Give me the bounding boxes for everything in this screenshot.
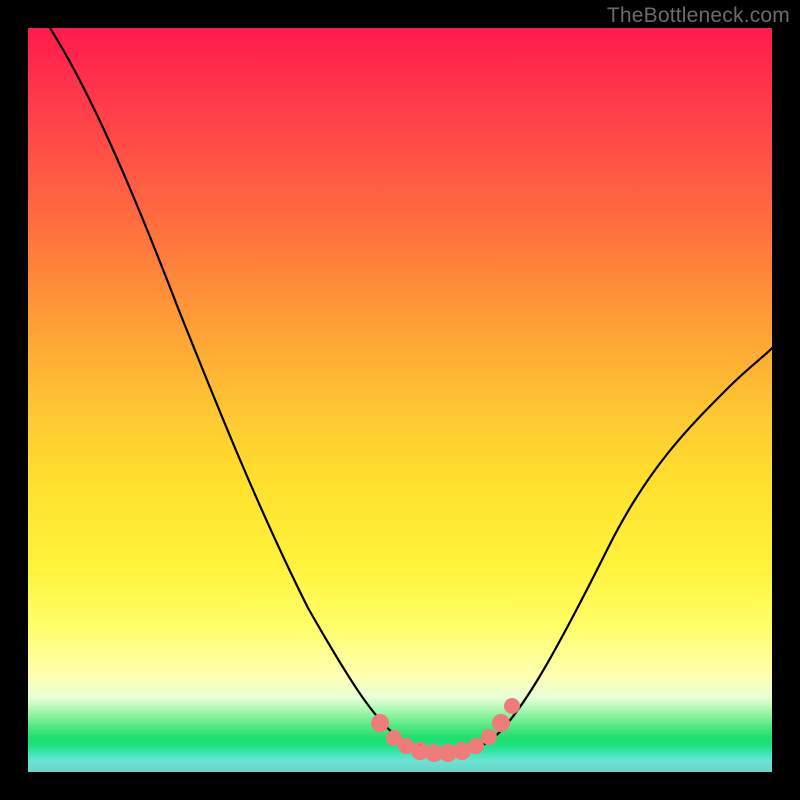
watermark-text: TheBottleneck.com bbox=[607, 4, 790, 28]
curve-layer bbox=[28, 28, 772, 772]
bottleneck-curve bbox=[50, 28, 772, 754]
chart-frame: TheBottleneck.com bbox=[0, 0, 800, 800]
plot-area bbox=[28, 28, 772, 772]
highlight-markers bbox=[371, 698, 520, 762]
